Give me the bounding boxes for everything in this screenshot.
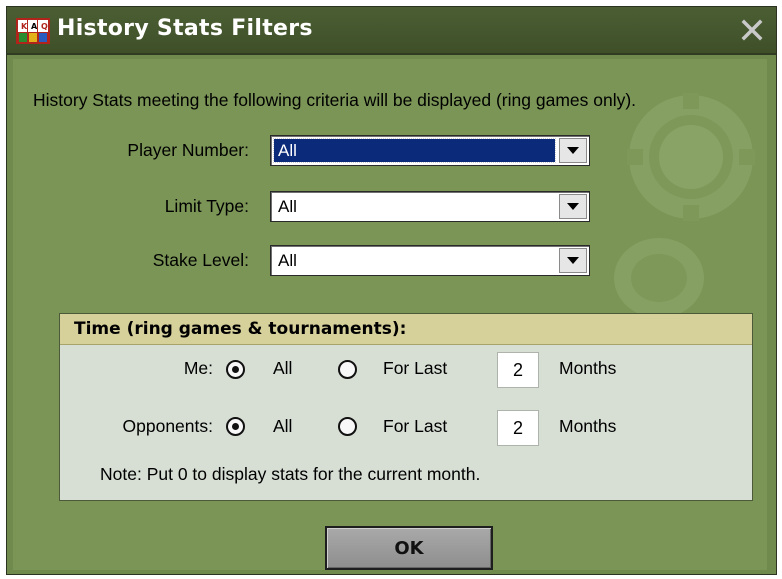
close-icon[interactable] — [734, 12, 770, 48]
opponents-months-input[interactable]: 2 — [497, 410, 539, 446]
chevron-down-icon[interactable] — [559, 248, 587, 273]
stake-level-value: All — [278, 251, 297, 270]
svg-text:K: K — [21, 22, 28, 31]
me-all-label: All — [273, 358, 293, 378]
chevron-down-icon[interactable] — [559, 138, 587, 163]
limit-type-label: Limit Type: — [164, 196, 249, 216]
stake-level-label: Stake Level: — [152, 250, 249, 270]
me-for-last-label: For Last — [383, 358, 448, 378]
poker-chip-watermark-icon — [614, 238, 704, 318]
window-title: History Stats Filters — [57, 16, 313, 41]
opponents-for-last-label: For Last — [383, 416, 448, 436]
stake-level-select[interactable]: All — [270, 245, 590, 276]
history-stats-filters-dialog: K A Q History Stats Filters History Stat… — [6, 6, 777, 575]
player-number-label: Player Number: — [127, 140, 249, 160]
limit-type-select[interactable]: All — [270, 191, 590, 222]
opponents-all-label: All — [273, 416, 293, 436]
poker-app-icon: K A Q — [16, 18, 50, 44]
note-text: Note: Put 0 to display stats for the cur… — [100, 464, 481, 484]
svg-text:A: A — [31, 22, 38, 31]
me-months-input[interactable]: 2 — [497, 352, 539, 388]
me-for-last-radio[interactable] — [338, 360, 357, 379]
opponents-label: Opponents: — [122, 416, 213, 436]
limit-type-value: All — [278, 197, 297, 216]
poker-chip-watermark-icon — [627, 93, 755, 221]
me-months-label: Months — [559, 358, 617, 378]
opponents-all-radio[interactable] — [226, 417, 245, 436]
player-number-select[interactable]: All — [270, 135, 590, 166]
opponents-for-last-radio[interactable] — [338, 417, 357, 436]
title-bar[interactable]: K A Q History Stats Filters — [7, 7, 776, 55]
me-all-radio[interactable] — [226, 360, 245, 379]
time-group-title: Time (ring games & tournaments): — [74, 319, 407, 339]
chevron-down-icon[interactable] — [559, 194, 587, 219]
opponents-months-label: Months — [559, 416, 617, 436]
intro-text: History Stats meeting the following crit… — [33, 90, 637, 110]
ok-button[interactable]: OK — [325, 526, 493, 570]
me-label: Me: — [183, 358, 213, 378]
svg-text:Q: Q — [41, 22, 48, 31]
time-group-header: Time (ring games & tournaments): — [60, 314, 752, 345]
player-number-value: All — [273, 138, 556, 163]
